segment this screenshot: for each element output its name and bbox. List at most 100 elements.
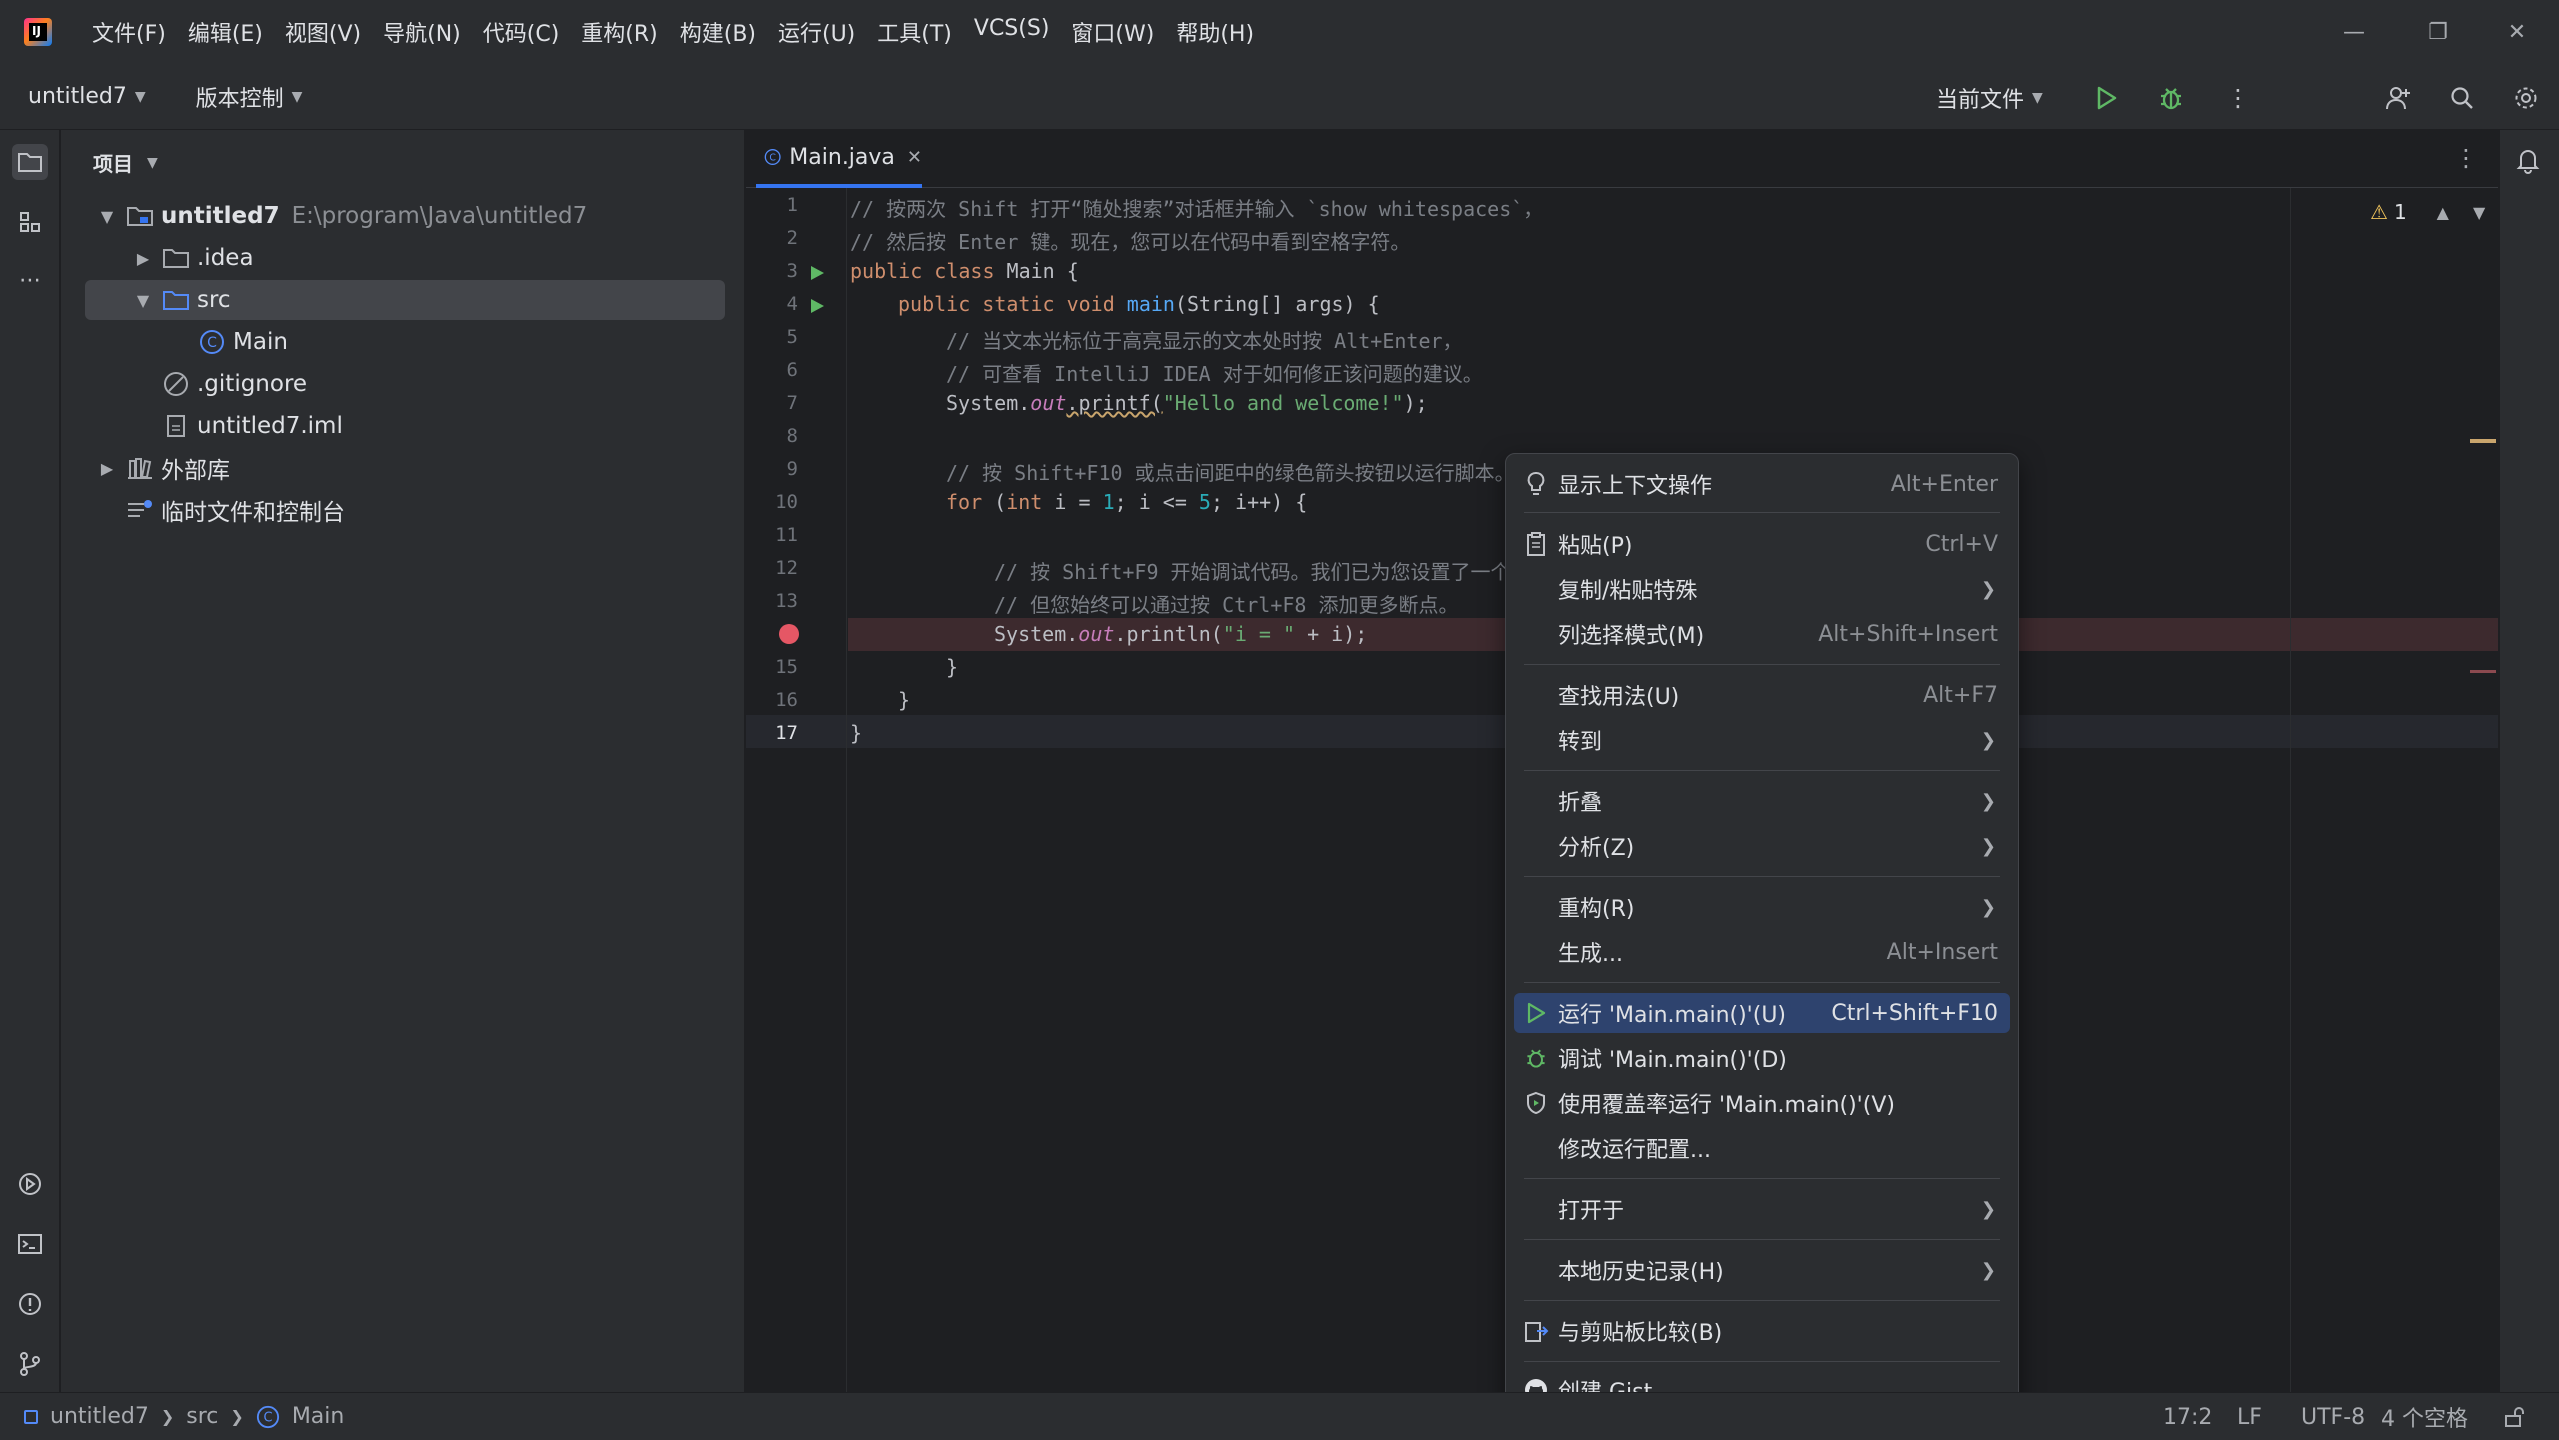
folder-icon <box>161 245 191 271</box>
line-separator[interactable]: LF <box>2237 1393 2262 1440</box>
warning-stripe-marker[interactable] <box>2470 439 2496 443</box>
menu-item-shortcut: Alt+F7 <box>1923 682 1998 708</box>
menu-build[interactable]: 构建(B) <box>680 16 756 48</box>
menu-code[interactable]: 代码(C) <box>483 16 560 48</box>
tree-item-project-root[interactable]: ▼ untitled7 E:\program\Java\untitled7 <box>85 196 725 236</box>
menu-item-open-in[interactable]: 打开于 ❯ <box>1514 1189 2010 1229</box>
more-tools-icon[interactable]: ⋯ <box>12 262 48 298</box>
code-line-9[interactable]: // 按 Shift+F10 或点击间距中的绿色箭头按钮以运行脚本。 <box>946 457 1515 486</box>
menu-item-goto[interactable]: 转到 ❯ <box>1514 720 2010 760</box>
menu-item-folding[interactable]: 折叠 ❯ <box>1514 781 2010 821</box>
search-icon[interactable] <box>2446 82 2478 114</box>
chevron-down-icon[interactable]: ▼ <box>95 207 119 226</box>
code-line-1[interactable]: // 按两次 Shift 打开“随处搜索”对话框并输入 `show whites… <box>850 193 1543 222</box>
chevron-right-icon[interactable]: ▶ <box>131 249 155 268</box>
menu-item-refactor[interactable]: 重构(R) ❯ <box>1514 887 2010 927</box>
inspection-widget[interactable]: ⚠ 1 ▲ ▼ <box>2370 200 2485 224</box>
menu-window[interactable]: 窗口(W) <box>1071 16 1154 48</box>
editor-tabs-more-icon[interactable]: ⋮ <box>2454 144 2478 172</box>
menu-view[interactable]: 视图(V) <box>285 16 361 48</box>
notifications-bell-icon[interactable] <box>2514 146 2542 180</box>
close-tab-icon[interactable]: ✕ <box>907 147 922 168</box>
code-line-15[interactable]: } <box>946 655 958 679</box>
menu-item-show-context-actions[interactable]: 显示上下文操作 Alt+Enter <box>1514 464 2010 504</box>
settings-gear-icon[interactable] <box>2510 82 2542 114</box>
code-line-6[interactable]: // 可查看 IntelliJ IDEA 对于如何修正该问题的建议。 <box>946 358 1483 387</box>
code-line-7[interactable]: System.out.printf("Hello and welcome!"); <box>946 391 1428 415</box>
breadcrumb-item[interactable]: untitled7 <box>50 1404 149 1429</box>
caret-position[interactable]: 17:2 <box>2163 1393 2212 1440</box>
menu-item-modify-run-config[interactable]: 修改运行配置... <box>1514 1128 2010 1168</box>
breadcrumb-item[interactable]: src <box>186 1404 218 1429</box>
lock-icon[interactable] <box>2502 1393 2526 1440</box>
menu-item-debug-main[interactable]: 调试 'Main.main()'(D) <box>1514 1038 2010 1078</box>
menu-run[interactable]: 运行(U) <box>778 16 855 48</box>
compare-clipboard-icon <box>1514 1319 1558 1343</box>
project-folder-icon[interactable] <box>12 144 48 180</box>
menu-tools[interactable]: 工具(T) <box>877 16 952 48</box>
menu-edit[interactable]: 编辑(E) <box>188 16 263 48</box>
tree-item-main[interactable]: C Main <box>85 322 725 362</box>
run-config-selector[interactable]: 当前文件 ▼ <box>1936 82 2043 114</box>
tree-item-scratches[interactable]: 临时文件和控制台 <box>85 490 725 530</box>
chevron-right-icon[interactable]: ▶ <box>95 459 119 478</box>
indent-setting[interactable]: 4 个空格 <box>2381 1393 2468 1440</box>
code-line-3[interactable]: public class Main { <box>850 259 1079 283</box>
run-button[interactable] <box>2090 82 2122 114</box>
code-line-17[interactable]: } <box>850 721 862 745</box>
minimize-icon[interactable]: — <box>2312 0 2396 64</box>
code-line-10[interactable]: for (int i = 1; i <= 5; i++) { <box>946 490 1307 514</box>
menu-item-find-usages[interactable]: 查找用法(U) Alt+F7 <box>1514 675 2010 715</box>
restore-icon[interactable]: ❐ <box>2396 0 2480 64</box>
menu-item-local-history[interactable]: 本地历史记录(H) ❯ <box>1514 1250 2010 1290</box>
menu-navigate[interactable]: 导航(N) <box>383 16 461 48</box>
menu-item-analyze[interactable]: 分析(Z) ❯ <box>1514 826 2010 866</box>
menu-item-run-with-coverage[interactable]: 使用覆盖率运行 'Main.main()'(V) <box>1514 1083 2010 1123</box>
more-actions-icon[interactable]: ⋮ <box>2222 82 2254 114</box>
git-branch-icon[interactable] <box>12 1346 48 1382</box>
run-gutter-icon[interactable] <box>808 263 826 288</box>
next-highlight-icon[interactable]: ▼ <box>2473 203 2485 222</box>
tree-item-gitignore[interactable]: .gitignore <box>85 364 725 404</box>
menu-item-paste[interactable]: 粘贴(P) Ctrl+V <box>1514 524 2010 564</box>
vcs-widget[interactable]: 版本控制 ▼ <box>196 81 303 113</box>
project-switcher[interactable]: untitled7 ▼ <box>28 84 146 109</box>
code-line-5[interactable]: // 当文本光标位于高亮显示的文本处时按 Alt+Enter， <box>946 325 1463 354</box>
terminal-icon[interactable] <box>12 1226 48 1262</box>
breakpoint-icon[interactable] <box>779 624 799 644</box>
add-user-icon[interactable] <box>2382 82 2414 114</box>
tree-item-external-libraries[interactable]: ▶ 外部库 <box>85 448 725 488</box>
chevron-down-icon[interactable]: ▼ <box>131 291 155 310</box>
problems-icon[interactable] <box>12 1286 48 1322</box>
previous-highlight-icon[interactable]: ▲ <box>2437 203 2449 222</box>
close-window-icon[interactable]: ✕ <box>2475 0 2559 64</box>
breadcrumb-item[interactable]: Main <box>292 1404 345 1429</box>
file-encoding[interactable]: UTF-8 <box>2301 1393 2365 1440</box>
code-line-2[interactable]: // 然后按 Enter 键。现在，您可以在代码中看到空格字符。 <box>850 226 1410 255</box>
breakpoint-stripe-marker[interactable] <box>2470 670 2496 673</box>
menu-item-compare-clipboard[interactable]: 与剪贴板比较(B) <box>1514 1311 2010 1351</box>
menu-item-copy-paste-special[interactable]: 复制/粘贴特殊 ❯ <box>1514 569 2010 609</box>
tree-item-idea[interactable]: ▶ .idea <box>85 238 725 278</box>
menu-refactor[interactable]: 重构(R) <box>581 16 657 48</box>
structure-icon[interactable] <box>12 204 48 240</box>
code-line-14[interactable]: System.out.println("i = " + i); <box>994 622 1367 646</box>
tree-item-src[interactable]: ▼ src <box>85 280 725 320</box>
menu-vcs[interactable]: VCS(S) <box>974 16 1050 48</box>
code-line-13[interactable]: // 但您始终可以通过按 Ctrl+F8 添加更多断点。 <box>994 589 1459 618</box>
tab-main-java[interactable]: C Main.java ✕ <box>756 130 922 188</box>
menu-item-column-selection[interactable]: 列选择模式(M) Alt+Shift+Insert <box>1514 614 2010 654</box>
menu-file[interactable]: 文件(F) <box>92 16 166 48</box>
code-line-16[interactable]: } <box>898 688 910 712</box>
intellij-logo-icon[interactable]: IJ <box>24 18 52 46</box>
menu-item-run-main[interactable]: 运行 'Main.main()'(U) Ctrl+Shift+F10 <box>1514 993 2010 1033</box>
tree-item-iml[interactable]: untitled7.iml <box>85 406 725 446</box>
code-line-12[interactable]: // 按 Shift+F9 开始调试代码。我们已为您设置了一个断 <box>994 556 1531 585</box>
menu-help[interactable]: 帮助(H) <box>1176 16 1254 48</box>
menu-item-generate[interactable]: 生成... Alt+Insert <box>1514 932 2010 972</box>
debug-button[interactable] <box>2155 82 2187 114</box>
project-panel-header[interactable]: 项目 ▼ <box>93 148 158 177</box>
code-line-4[interactable]: public static void main(String[] args) { <box>898 292 1380 316</box>
run-gutter-icon[interactable] <box>808 296 826 321</box>
services-icon[interactable] <box>12 1166 48 1202</box>
